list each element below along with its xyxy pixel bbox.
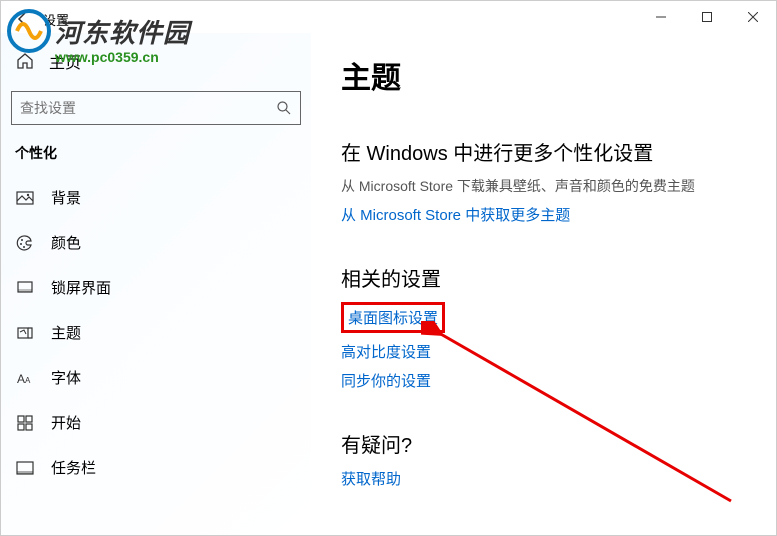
lockscreen-icon [15,278,35,298]
sidebar-item-label: 颜色 [51,232,81,253]
sync-settings-link[interactable]: 同步你的设置 [341,370,431,391]
theme-icon [15,323,35,343]
sidebar-item-label: 锁屏界面 [51,277,111,298]
more-personalization-desc: 从 Microsoft Store 下载兼具壁纸、声音和颜色的免费主题 [341,176,746,196]
more-personalization-title: 在 Windows 中进行更多个性化设置 [341,137,746,166]
sidebar-item-colors[interactable]: 颜色 [11,220,301,265]
sidebar-item-label: 任务栏 [51,457,96,478]
palette-icon [15,233,35,253]
picture-icon [15,188,35,208]
home-icon [15,51,35,71]
sidebar-item-taskbar[interactable]: 任务栏 [11,445,301,490]
sidebar: 主页 个性化 背景 颜色 锁屏界面 主题 [1,33,311,535]
maximize-icon [702,12,712,22]
store-link[interactable]: 从 Microsoft Store 中获取更多主题 [341,204,570,225]
back-arrow-icon [15,11,31,27]
sidebar-category: 个性化 [11,143,301,175]
sidebar-item-themes[interactable]: 主题 [11,310,301,355]
sidebar-item-label: 主题 [51,322,81,343]
start-icon [15,413,35,433]
search-box[interactable] [11,91,301,125]
sidebar-item-label: 字体 [51,367,81,388]
search-input[interactable] [20,100,276,116]
back-button[interactable] [11,7,35,31]
taskbar-icon [15,458,35,478]
minimize-icon [656,12,666,22]
svg-text:A: A [17,372,25,386]
desktop-icons-link[interactable]: 桌面图标设置 [348,307,438,328]
sidebar-item-start[interactable]: 开始 [11,400,301,445]
content-pane: 主题 在 Windows 中进行更多个性化设置 从 Microsoft Stor… [311,33,776,535]
high-contrast-link[interactable]: 高对比度设置 [341,341,431,362]
close-button[interactable] [730,1,776,33]
close-icon [748,12,758,22]
sidebar-item-lockscreen[interactable]: 锁屏界面 [11,265,301,310]
titlebar: 设置 [1,1,776,33]
highlight-annotation: 桌面图标设置 [341,302,445,333]
get-help-link[interactable]: 获取帮助 [341,468,401,489]
sidebar-item-label: 开始 [51,412,81,433]
font-icon: AA [15,368,35,388]
sidebar-item-background[interactable]: 背景 [11,175,301,220]
sidebar-item-label: 背景 [51,187,81,208]
home-label: 主页 [49,49,81,73]
window-title: 设置 [43,10,69,29]
search-icon [276,100,292,116]
related-settings-title: 相关的设置 [341,263,746,292]
svg-text:A: A [25,376,31,385]
minimize-button[interactable] [638,1,684,33]
sidebar-item-fonts[interactable]: AA 字体 [11,355,301,400]
home-button[interactable]: 主页 [11,43,301,85]
page-title: 主题 [341,53,746,97]
help-title: 有疑问? [341,429,746,458]
maximize-button[interactable] [684,1,730,33]
